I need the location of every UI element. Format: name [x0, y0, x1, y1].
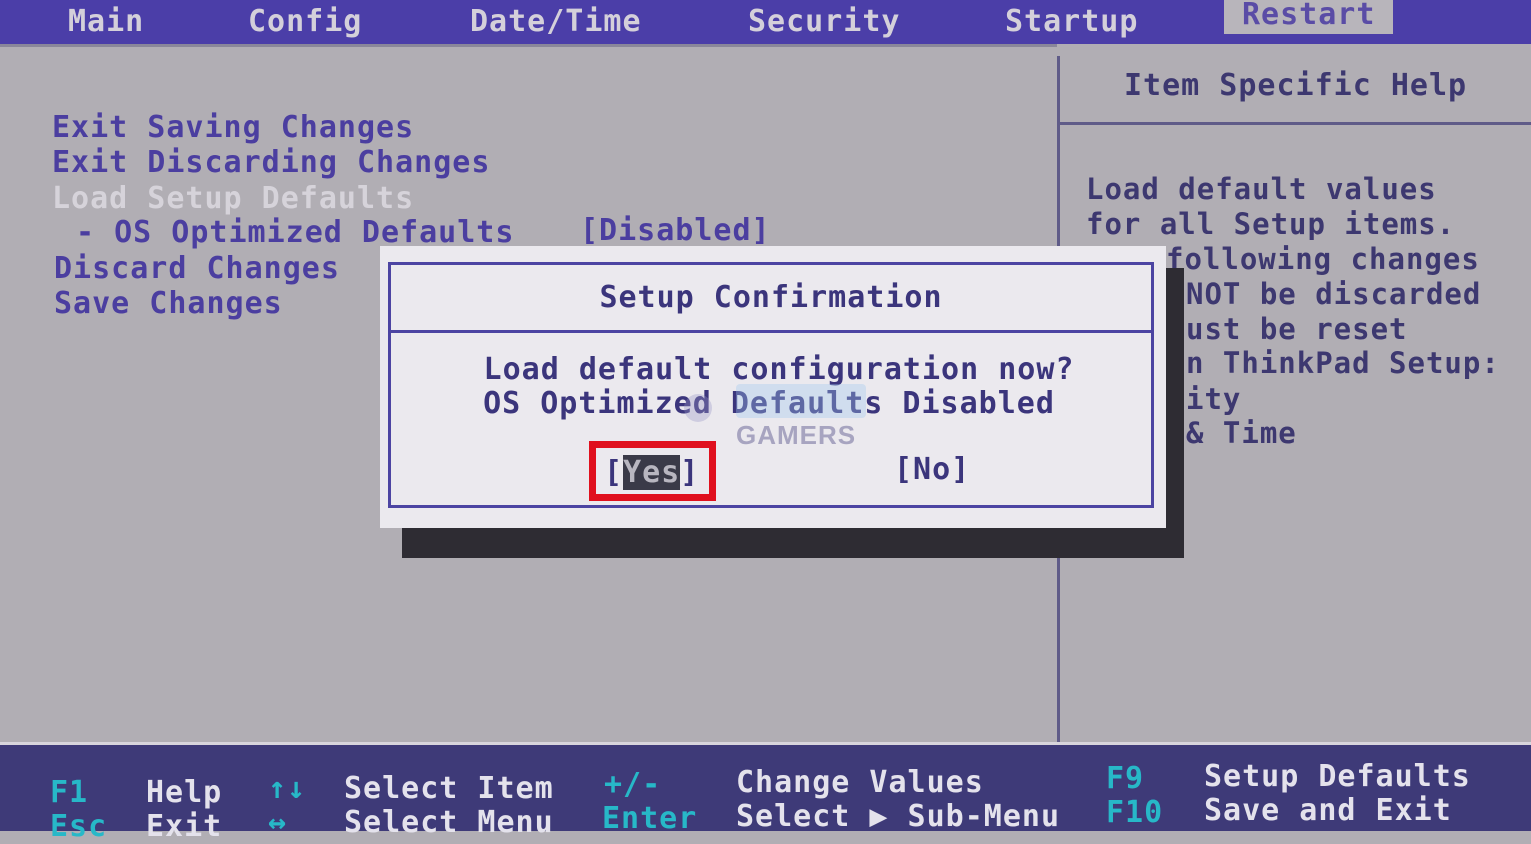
tab-restart[interactable]: Restart — [1224, 0, 1394, 34]
menu-save-changes[interactable]: Save Changes — [54, 286, 283, 321]
help-line: following changes — [1166, 242, 1480, 276]
help-line: n ThinkPad Setup: — [1186, 346, 1500, 380]
help-line: NOT be discarded — [1186, 277, 1482, 311]
f10-key: F10 — [1106, 795, 1164, 830]
help-line: for all Setup items. — [1086, 207, 1456, 241]
plusminus-key: +/- — [604, 767, 662, 802]
help-line: ust be reset — [1186, 312, 1408, 346]
yes-label: Yes — [623, 455, 681, 490]
f9-desc: Setup Defaults — [1204, 759, 1471, 794]
updown-desc: Select Item — [344, 771, 554, 806]
dialog-shadow — [1164, 268, 1184, 558]
f9-key: F9 — [1106, 761, 1145, 796]
f10-desc: Save and Exit — [1204, 793, 1452, 828]
help-line: Load default values — [1086, 172, 1437, 206]
help-title-divider — [1060, 122, 1531, 125]
no-button[interactable]: [No] — [894, 452, 970, 487]
key-legend-footer: F1 Help Esc Exit ↑↓ Select Item ↔ Select… — [0, 745, 1531, 844]
tab-config[interactable]: Config — [248, 0, 362, 44]
menu-load-setup-defaults[interactable]: Load Setup Defaults — [52, 181, 414, 216]
os-optimized-defaults-value[interactable]: [Disabled] — [580, 213, 771, 248]
menu-discard-changes[interactable]: Discard Changes — [54, 251, 340, 286]
plusminus-desc: Change Values — [736, 765, 984, 800]
leftright-desc: Select Menu — [344, 805, 554, 840]
tab-security[interactable]: Security — [748, 0, 901, 44]
f1-key: F1 — [50, 775, 89, 810]
watermark-text: GAMERS — [736, 420, 857, 450]
help-line: & Time — [1186, 416, 1297, 450]
esc-key: Esc — [50, 809, 108, 844]
yes-bracket: [ — [604, 455, 624, 490]
menu-os-optimized-defaults[interactable]: - OS Optimized Defaults — [76, 215, 514, 250]
help-panel-title: Item Specific Help — [1124, 68, 1468, 103]
dialog-title-divider — [388, 330, 1154, 333]
leftright-arrows-icon: ↔ — [268, 805, 288, 840]
tab-date-time[interactable]: Date/Time — [470, 0, 642, 44]
tab-main[interactable]: Main — [68, 0, 144, 44]
menu-exit-discarding-changes[interactable]: Exit Discarding Changes — [52, 145, 490, 180]
enter-desc: Select ▶ Sub-Menu — [736, 799, 1061, 834]
yes-bracket: ] — [680, 455, 700, 490]
esc-desc: Exit — [146, 809, 223, 844]
menu-exit-saving-changes[interactable]: Exit Saving Changes — [52, 110, 414, 145]
updown-arrows-icon: ↑↓ — [268, 771, 307, 806]
dialog-title: Setup Confirmation — [599, 280, 943, 315]
help-line: ity — [1186, 382, 1242, 416]
yes-button[interactable]: [Yes] — [604, 455, 699, 490]
menu-tab-bar: Main Config Date/Time Security Startup R… — [0, 0, 1531, 44]
f1-desc: Help — [146, 775, 223, 810]
tab-startup[interactable]: Startup — [1005, 0, 1138, 44]
